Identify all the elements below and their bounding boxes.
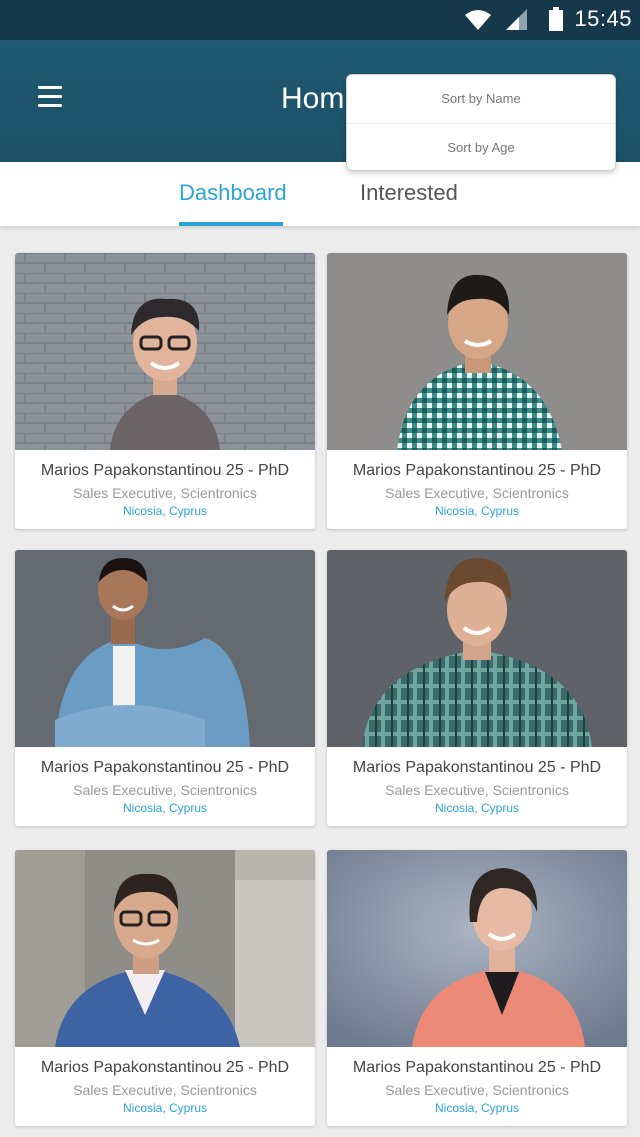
profile-role: Sales Executive, Scientronics (73, 1082, 257, 1098)
profile-role: Sales Executive, Scientronics (73, 782, 257, 798)
profile-card[interactable]: Marios Papakonstantinou 25 - PhD Sales E… (327, 550, 627, 826)
profile-info: Marios Papakonstantinou 25 - PhD Sales E… (327, 1047, 627, 1126)
profile-photo (327, 253, 627, 450)
profile-name: Marios Papakonstantinou 25 - PhD (352, 759, 602, 776)
profile-role: Sales Executive, Scientronics (385, 485, 569, 501)
tab-dashboard[interactable]: Dashboard (179, 162, 287, 226)
profile-location: Nicosia, Cyprus (434, 504, 520, 518)
profile-name: Marios Papakonstantinou 25 - PhD (40, 759, 290, 776)
profile-photo (15, 253, 315, 450)
profile-photo (15, 550, 315, 747)
profile-card[interactable]: Marios Papakonstantinou 25 - PhD Sales E… (15, 253, 315, 529)
sort-by-name-option[interactable]: Sort by Name (347, 75, 615, 123)
profile-info: Marios Papakonstantinou 25 - PhD Sales E… (15, 747, 315, 826)
profile-info: Marios Papakonstantinou 25 - PhD Sales E… (327, 747, 627, 826)
profile-card[interactable]: Marios Papakonstantinou 25 - PhD Sales E… (327, 850, 627, 1126)
profile-role: Sales Executive, Scientronics (385, 782, 569, 798)
profile-location: Nicosia, Cyprus (434, 801, 520, 815)
profile-photo (327, 550, 627, 747)
wifi-icon (465, 10, 491, 30)
profile-location: Nicosia, Cyprus (122, 1101, 208, 1115)
status-bar: 15:45 (0, 0, 640, 40)
profile-name: Marios Papakonstantinou 25 - PhD (40, 1059, 290, 1076)
profile-location: Nicosia, Cyprus (434, 1101, 520, 1115)
profile-card[interactable]: Marios Papakonstantinou 25 - PhD Sales E… (15, 550, 315, 826)
profile-location: Nicosia, Cyprus (122, 504, 208, 518)
profile-info: Marios Papakonstantinou 25 - PhD Sales E… (327, 450, 627, 529)
tab-interested[interactable]: Interested (360, 162, 458, 226)
tab-interested-label: Interested (360, 180, 458, 205)
tab-dashboard-label: Dashboard (179, 180, 287, 205)
profile-location: Nicosia, Cyprus (122, 801, 208, 815)
profile-info: Marios Papakonstantinou 25 - PhD Sales E… (15, 1047, 315, 1126)
profile-card[interactable]: Marios Papakonstantinou 25 - PhD Sales E… (15, 850, 315, 1126)
profile-role: Sales Executive, Scientronics (385, 1082, 569, 1098)
profile-photo (327, 850, 627, 1047)
profile-photo (15, 850, 315, 1047)
signal-icon (506, 9, 527, 30)
battery-icon (549, 7, 563, 31)
profile-name: Marios Papakonstantinou 25 - PhD (352, 1059, 602, 1076)
sort-by-age-option[interactable]: Sort by Age (347, 123, 615, 171)
menu-icon[interactable] (30, 78, 70, 118)
profile-card[interactable]: Marios Papakonstantinou 25 - PhD Sales E… (327, 253, 627, 529)
profile-info: Marios Papakonstantinou 25 - PhD Sales E… (15, 450, 315, 529)
profile-name: Marios Papakonstantinou 25 - PhD (352, 462, 602, 479)
tab-bar: Dashboard Interested (0, 162, 640, 226)
profile-grid: Marios Papakonstantinou 25 - PhD Sales E… (0, 226, 640, 1137)
profile-name: Marios Papakonstantinou 25 - PhD (40, 462, 290, 479)
sort-dropdown: Sort by Name Sort by Age (346, 74, 616, 171)
profile-role: Sales Executive, Scientronics (73, 485, 257, 501)
page-title: Hom (281, 82, 345, 115)
status-time: 15:45 (574, 6, 632, 31)
